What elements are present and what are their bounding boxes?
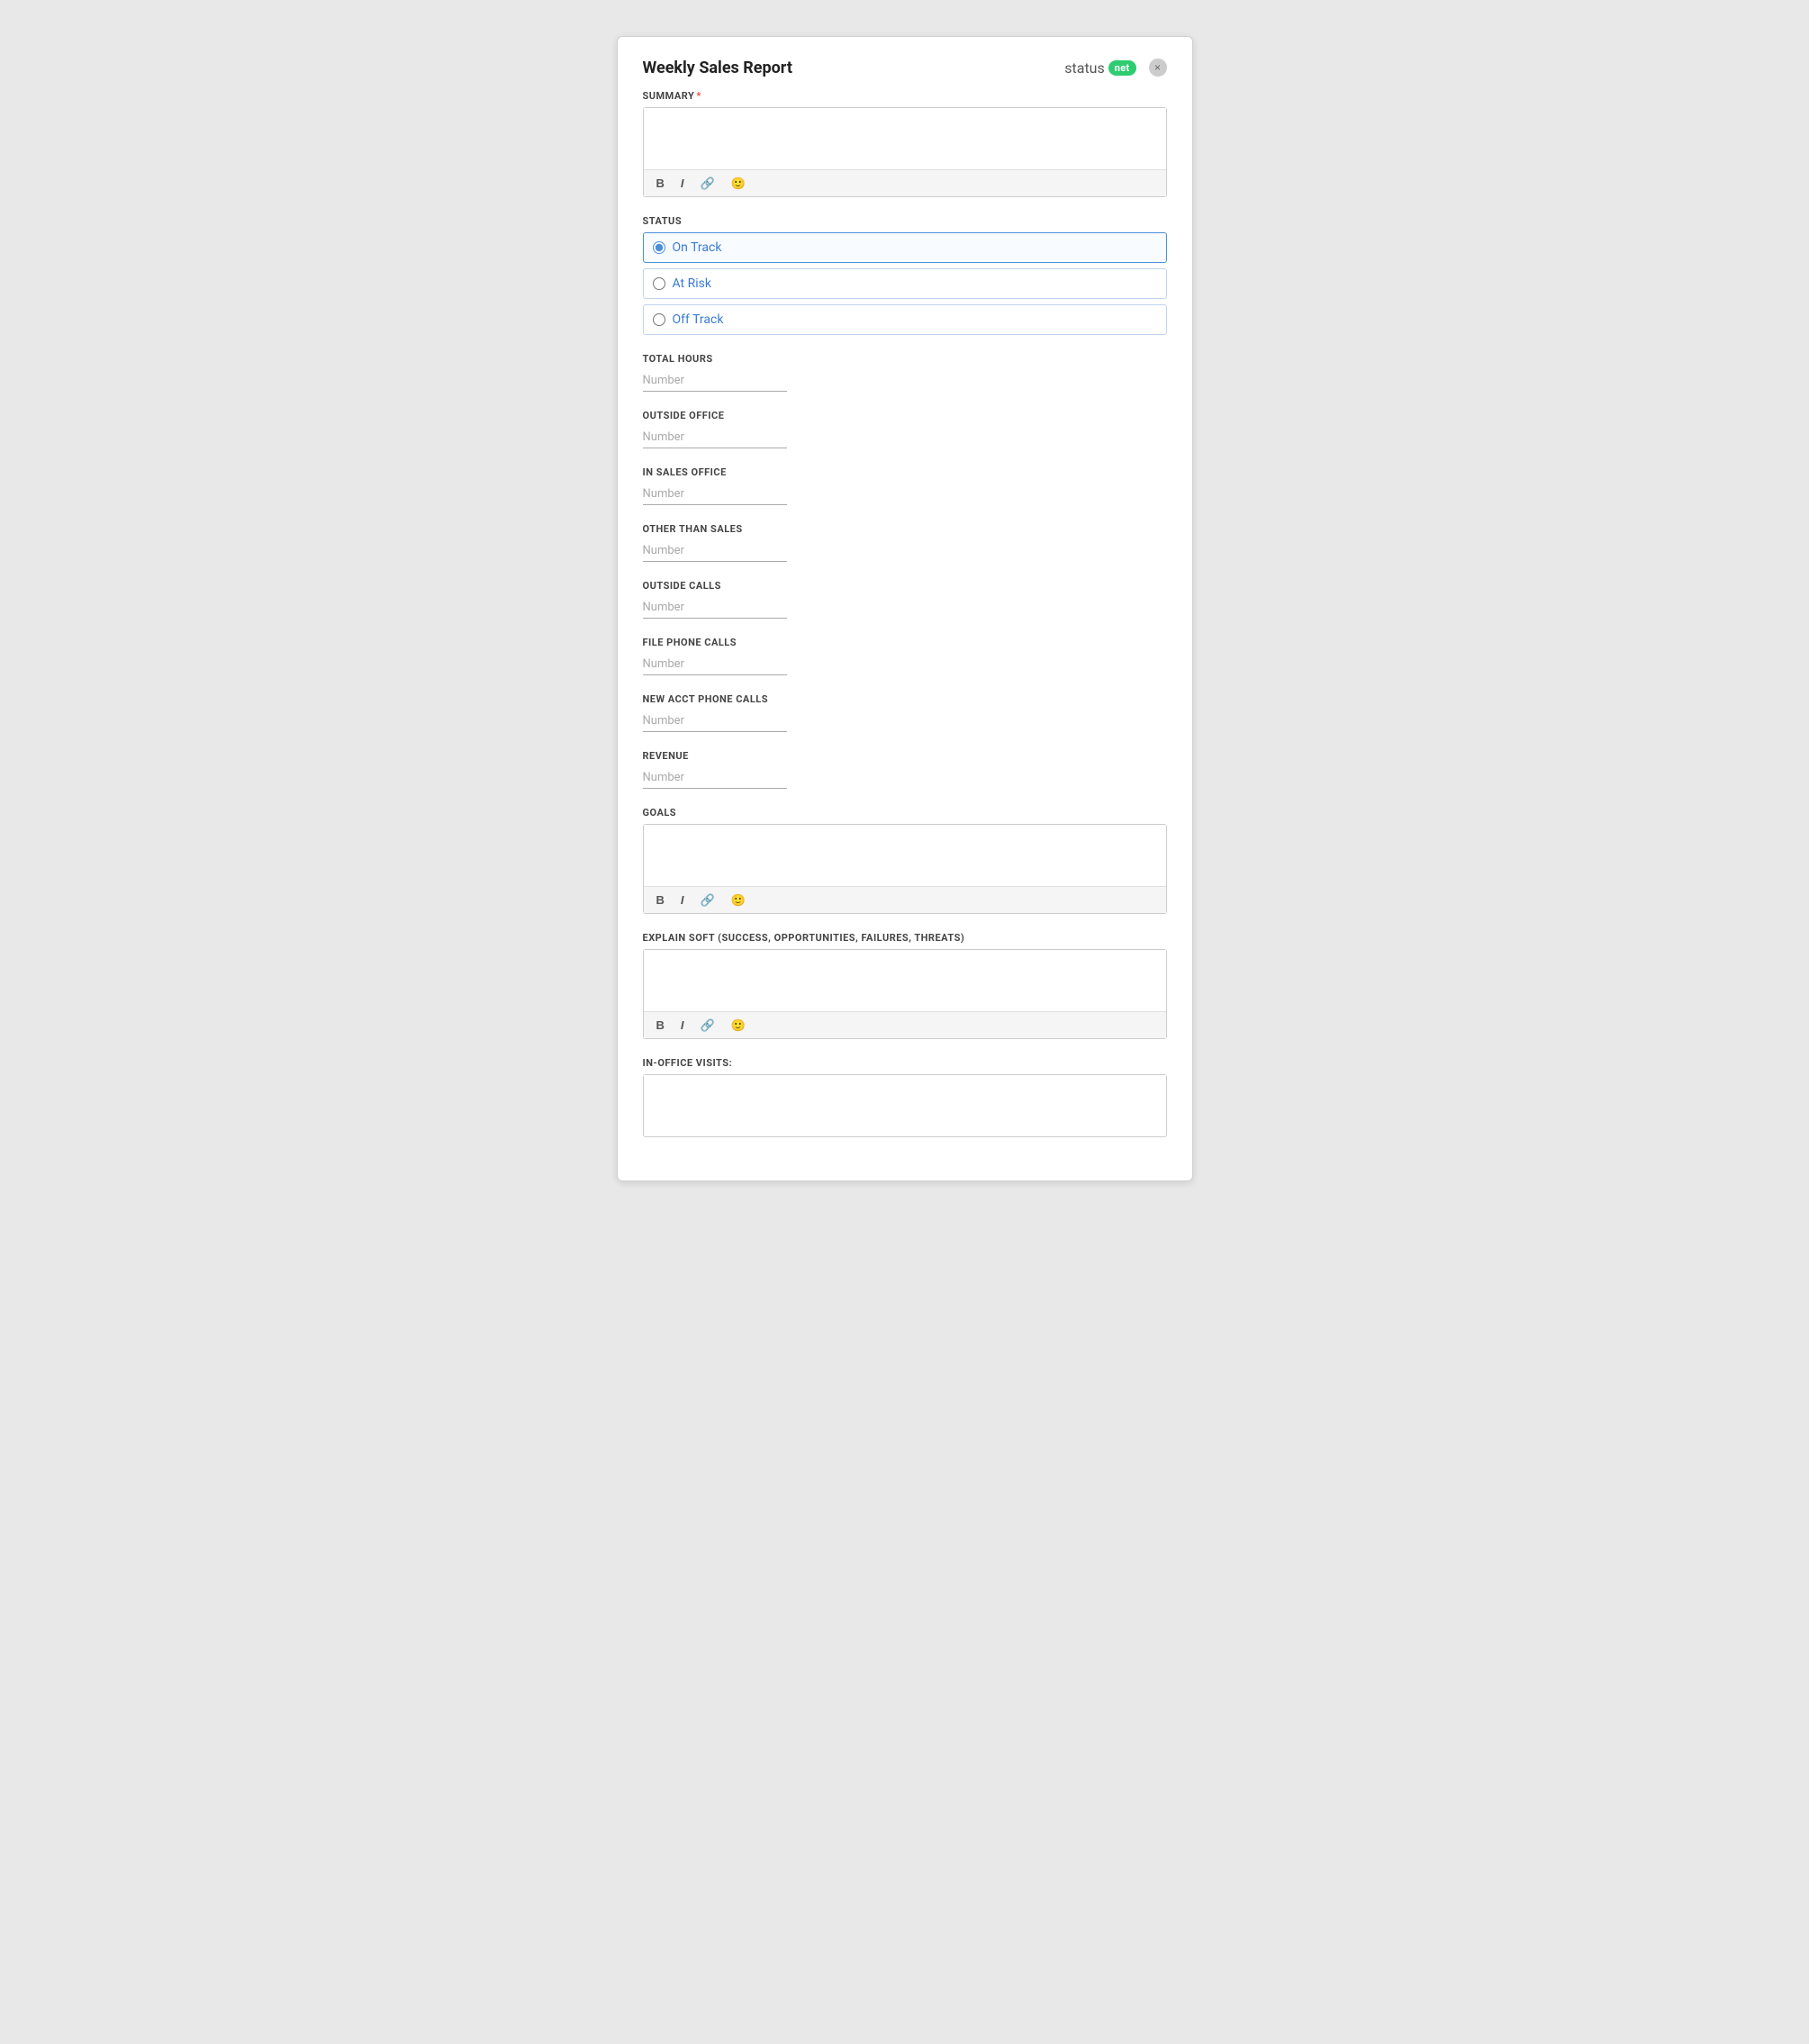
goals-bold-button[interactable]: B xyxy=(653,892,668,908)
in-office-visits-label: IN-OFFICE VISITS: xyxy=(643,1057,1167,1069)
outside-calls-section: OUTSIDE CALLS xyxy=(643,580,1167,619)
status-radio-at-risk[interactable] xyxy=(653,277,665,290)
explain-soft-section: EXPLAIN SOFT (SUCCESS, OPPORTUNITIES, FA… xyxy=(643,932,1167,1039)
explain-soft-textarea[interactable] xyxy=(644,950,1166,1008)
goals-link-button[interactable]: 🔗 xyxy=(697,892,719,908)
file-phone-calls-input-wrapper xyxy=(643,654,787,675)
revenue-section: REVENUE xyxy=(643,750,1167,789)
total-hours-input-wrapper xyxy=(643,370,787,392)
summary-rich-text-container: B I 🔗 🙂 xyxy=(643,107,1167,197)
other-than-sales-label: OTHER THAN SALES xyxy=(643,523,1167,535)
modal-header: Weekly Sales Report status net × xyxy=(643,59,1167,77)
goals-textarea[interactable] xyxy=(644,825,1166,882)
goals-label: GOALS xyxy=(643,807,1167,819)
required-star: * xyxy=(696,90,701,102)
status-option-on-track-label: On Track xyxy=(673,240,722,255)
status-radio-on-track[interactable] xyxy=(653,241,665,254)
goals-emoji-button[interactable]: 🙂 xyxy=(728,892,749,908)
modal-title-group: Weekly Sales Report xyxy=(643,59,792,77)
new-acct-phone-calls-section: NEW ACCT PHONE CALLS xyxy=(643,693,1167,732)
goals-italic-button[interactable]: I xyxy=(677,892,688,908)
revenue-input[interactable] xyxy=(643,769,787,786)
goals-toolbar: B I 🔗 🙂 xyxy=(644,886,1166,913)
in-sales-office-input-wrapper xyxy=(643,484,787,505)
goals-section: GOALS B I 🔗 🙂 xyxy=(643,807,1167,914)
outside-office-section: OUTSIDE OFFICE xyxy=(643,410,1167,448)
revenue-label: REVENUE xyxy=(643,750,1167,762)
new-acct-phone-calls-label: NEW ACCT PHONE CALLS xyxy=(643,693,1167,705)
file-phone-calls-section: FILE PHONE CALLS xyxy=(643,637,1167,675)
status-field-section: STATUS On Track At Risk Off Track xyxy=(643,215,1167,335)
status-radio-off-track[interactable] xyxy=(653,313,665,326)
modal-title: Weekly Sales Report xyxy=(643,59,792,77)
status-option-off-track-label: Off Track xyxy=(673,312,724,327)
status-label: STATUS xyxy=(643,215,1167,227)
outside-office-input[interactable] xyxy=(643,429,787,446)
other-than-sales-input[interactable] xyxy=(643,542,787,559)
outside-calls-label: OUTSIDE CALLS xyxy=(643,580,1167,592)
summary-italic-button[interactable]: I xyxy=(677,176,688,191)
summary-textarea[interactable] xyxy=(644,108,1166,166)
status-option-off-track[interactable]: Off Track xyxy=(643,304,1167,335)
in-sales-office-label: IN SALES OFFICE xyxy=(643,466,1167,478)
other-than-sales-input-wrapper xyxy=(643,540,787,562)
status-label-text: status xyxy=(1064,59,1105,77)
status-options-group: On Track At Risk Off Track xyxy=(643,232,1167,335)
file-phone-calls-label: FILE PHONE CALLS xyxy=(643,637,1167,648)
total-hours-label: TOTAL HOURS xyxy=(643,353,1167,365)
outside-office-label: OUTSIDE OFFICE xyxy=(643,410,1167,421)
total-hours-section: TOTAL HOURS xyxy=(643,353,1167,392)
explain-soft-italic-button[interactable]: I xyxy=(677,1017,688,1033)
status-option-on-track[interactable]: On Track xyxy=(643,232,1167,263)
summary-link-button[interactable]: 🔗 xyxy=(697,176,719,191)
summary-emoji-button[interactable]: 🙂 xyxy=(728,176,749,191)
goals-rich-text-container: B I 🔗 🙂 xyxy=(643,824,1167,914)
in-sales-office-section: IN SALES OFFICE xyxy=(643,466,1167,505)
in-sales-office-input[interactable] xyxy=(643,485,787,502)
in-office-visits-rich-text-container xyxy=(643,1074,1167,1137)
explain-soft-bold-button[interactable]: B xyxy=(653,1017,668,1033)
summary-bold-button[interactable]: B xyxy=(653,176,668,191)
new-acct-phone-calls-input-wrapper xyxy=(643,710,787,732)
in-office-visits-section: IN-OFFICE VISITS: xyxy=(643,1057,1167,1137)
outside-calls-input-wrapper xyxy=(643,597,787,619)
revenue-input-wrapper xyxy=(643,767,787,789)
explain-soft-link-button[interactable]: 🔗 xyxy=(697,1017,719,1033)
explain-soft-emoji-button[interactable]: 🙂 xyxy=(728,1017,749,1033)
explain-soft-label: EXPLAIN SOFT (SUCCESS, OPPORTUNITIES, FA… xyxy=(643,932,1167,944)
close-button[interactable]: × xyxy=(1149,59,1167,77)
status-option-at-risk[interactable]: At Risk xyxy=(643,268,1167,299)
explain-soft-toolbar: B I 🔗 🙂 xyxy=(644,1011,1166,1038)
status-net-badge: net xyxy=(1108,60,1136,76)
new-acct-phone-calls-input[interactable] xyxy=(643,712,787,729)
modal-container: Weekly Sales Report status net × SUMMARY… xyxy=(617,36,1193,1181)
status-badge-group: status net xyxy=(1064,59,1135,77)
outside-calls-input[interactable] xyxy=(643,599,787,616)
summary-field-section: SUMMARY* B I 🔗 🙂 xyxy=(643,90,1167,197)
in-office-visits-textarea[interactable] xyxy=(644,1075,1166,1133)
status-option-at-risk-label: At Risk xyxy=(673,276,711,291)
other-than-sales-section: OTHER THAN SALES xyxy=(643,523,1167,562)
summary-label: SUMMARY* xyxy=(643,90,1167,102)
explain-soft-rich-text-container: B I 🔗 🙂 xyxy=(643,949,1167,1039)
total-hours-input[interactable] xyxy=(643,372,787,389)
file-phone-calls-input[interactable] xyxy=(643,656,787,673)
summary-toolbar: B I 🔗 🙂 xyxy=(644,169,1166,196)
outside-office-input-wrapper xyxy=(643,427,787,448)
